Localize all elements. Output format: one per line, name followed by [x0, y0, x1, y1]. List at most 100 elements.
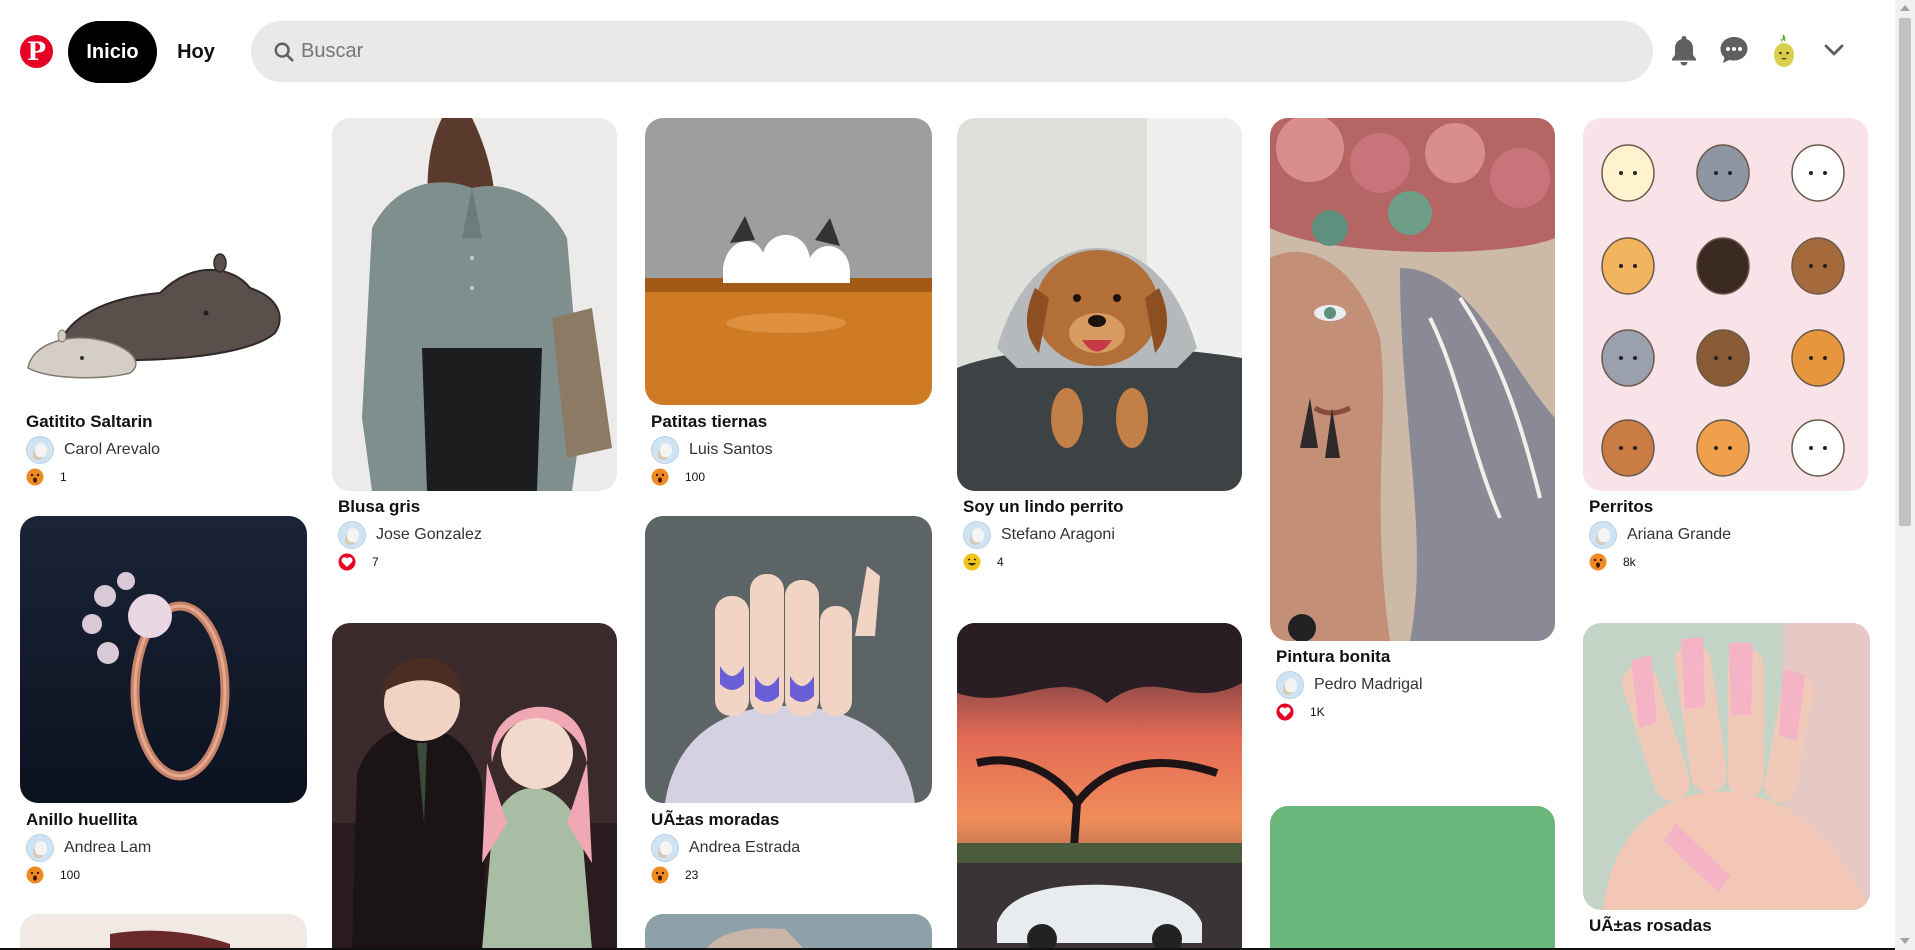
- pin-image[interactable]: [645, 914, 932, 950]
- wow-reaction-icon: [651, 468, 669, 486]
- haha-reaction-icon: [963, 553, 981, 571]
- pin-creator[interactable]: Ariana Grande: [1589, 521, 1731, 549]
- pin-card[interactable]: UÃ±as rosadas: [1583, 623, 1870, 950]
- pin-image[interactable]: [332, 118, 617, 491]
- vertical-scrollbar[interactable]: [1895, 0, 1915, 950]
- pin-card[interactable]: Pintura bonita Pedro Madrigal 1K: [1270, 118, 1555, 728]
- reaction-count: 1: [60, 470, 67, 484]
- pin-reactions: 4: [963, 552, 1004, 572]
- wow-reaction-icon: [1589, 553, 1607, 571]
- pin-title[interactable]: Anillo huellita: [26, 810, 137, 830]
- pin-image[interactable]: [1583, 118, 1868, 491]
- search-icon: [274, 42, 294, 62]
- pin-title[interactable]: UÃ±as moradas: [651, 810, 779, 830]
- wow-reaction-icon: [26, 866, 44, 884]
- reaction-count: 100: [60, 868, 81, 882]
- pin-reactions: 7: [338, 552, 379, 572]
- pin-card[interactable]: [20, 914, 307, 950]
- reaction-count: 7: [372, 555, 379, 569]
- pin-creator[interactable]: Andrea Estrada: [651, 834, 800, 862]
- search-input[interactable]: [301, 21, 1621, 82]
- creator-name[interactable]: Pedro Madrigal: [1314, 676, 1423, 694]
- avatar[interactable]: [651, 834, 679, 862]
- pin-card[interactable]: Blusa gris Jose Gonzalez 7: [332, 118, 617, 578]
- pin-card[interactable]: UÃ±as moradas Andrea Estrada 23: [645, 516, 932, 896]
- pin-image[interactable]: [1270, 806, 1555, 950]
- pin-card[interactable]: Perritos Ariana Grande 8k: [1583, 118, 1868, 578]
- creator-name[interactable]: Luis Santos: [689, 441, 773, 459]
- pin-title[interactable]: Pintura bonita: [1276, 647, 1390, 667]
- pin-reactions: 23: [651, 865, 698, 885]
- pin-reactions: 1: [26, 467, 67, 487]
- avatar[interactable]: [1276, 671, 1304, 699]
- reaction-count: 23: [685, 868, 699, 882]
- pin-reactions: 100: [651, 467, 705, 487]
- avatar[interactable]: [338, 521, 366, 549]
- pin-image[interactable]: [957, 623, 1242, 950]
- reaction-count: 8k: [1623, 555, 1636, 569]
- pin-card[interactable]: [1270, 806, 1555, 950]
- pin-creator[interactable]: Jose Gonzalez: [338, 521, 482, 549]
- pin-image[interactable]: [957, 118, 1242, 491]
- pin-reactions: 100: [26, 865, 80, 885]
- top-navigation-bar: P Inicio Hoy: [0, 0, 1895, 100]
- scroll-thumb[interactable]: [1899, 18, 1911, 526]
- creator-name[interactable]: Carol Arevalo: [64, 441, 160, 459]
- pin-creator[interactable]: Stefano Aragoni: [963, 521, 1115, 549]
- pin-image[interactable]: [20, 914, 307, 950]
- avatar[interactable]: [963, 521, 991, 549]
- reaction-count: 4: [997, 555, 1004, 569]
- pin-reactions: 8k: [1589, 552, 1636, 572]
- pin-card[interactable]: Gatitito Saltarin Carol Arevalo 1: [20, 118, 307, 498]
- pin-creator[interactable]: Luis Santos: [651, 436, 773, 464]
- wow-reaction-icon: [26, 468, 44, 486]
- pin-card[interactable]: Patitas tiernas Luis Santos 100: [645, 118, 932, 498]
- pin-title[interactable]: UÃ±as rosadas: [1589, 916, 1712, 936]
- pin-image[interactable]: [1270, 118, 1555, 641]
- pin-card[interactable]: [332, 623, 617, 950]
- scroll-down-arrow-icon[interactable]: [1900, 938, 1910, 944]
- creator-name[interactable]: Andrea Estrada: [689, 839, 800, 857]
- love-reaction-icon: [1276, 703, 1294, 721]
- pin-card[interactable]: [957, 623, 1242, 950]
- pin-title[interactable]: Gatitito Saltarin: [26, 412, 153, 432]
- nav-inicio-button[interactable]: Inicio: [68, 21, 157, 83]
- wow-reaction-icon: [651, 866, 669, 884]
- pin-card[interactable]: Anillo huellita Andrea Lam 100: [20, 516, 307, 896]
- pin-creator[interactable]: Andrea Lam: [26, 834, 151, 862]
- pin-reactions: 1K: [1276, 702, 1325, 722]
- pin-title[interactable]: Blusa gris: [338, 497, 420, 517]
- profile-avatar[interactable]: [1768, 32, 1800, 68]
- chevron-down-icon[interactable]: [1818, 32, 1850, 68]
- bell-icon[interactable]: [1668, 32, 1700, 68]
- pinterest-logo[interactable]: P: [20, 35, 53, 68]
- nav-hoy-button[interactable]: Hoy: [166, 21, 226, 83]
- pin-creator[interactable]: Pedro Madrigal: [1276, 671, 1423, 699]
- chat-icon[interactable]: [1718, 32, 1750, 68]
- search-bar[interactable]: [251, 21, 1653, 82]
- pin-creator[interactable]: Carol Arevalo: [26, 436, 160, 464]
- love-reaction-icon: [338, 553, 356, 571]
- pin-card[interactable]: [645, 914, 932, 950]
- reaction-count: 100: [685, 470, 706, 484]
- creator-name[interactable]: Andrea Lam: [64, 839, 151, 857]
- avatar[interactable]: [26, 834, 54, 862]
- pin-title[interactable]: Perritos: [1589, 497, 1653, 517]
- scroll-up-arrow-icon[interactable]: [1900, 5, 1910, 11]
- pin-image[interactable]: [645, 516, 932, 803]
- avatar[interactable]: [651, 436, 679, 464]
- pin-image[interactable]: [20, 118, 307, 406]
- pin-image[interactable]: [20, 516, 307, 803]
- pin-image[interactable]: [332, 623, 617, 950]
- creator-name[interactable]: Ariana Grande: [1627, 526, 1731, 544]
- creator-name[interactable]: Jose Gonzalez: [376, 526, 482, 544]
- pin-image[interactable]: [1583, 623, 1870, 910]
- avatar[interactable]: [26, 436, 54, 464]
- creator-name[interactable]: Stefano Aragoni: [1001, 526, 1115, 544]
- pin-title[interactable]: Soy un lindo perrito: [963, 497, 1124, 517]
- reaction-count: 1K: [1310, 705, 1325, 719]
- pin-card[interactable]: Soy un lindo perrito Stefano Aragoni 4: [957, 118, 1242, 578]
- avatar[interactable]: [1589, 521, 1617, 549]
- pin-title[interactable]: Patitas tiernas: [651, 412, 767, 432]
- pin-image[interactable]: [645, 118, 932, 405]
